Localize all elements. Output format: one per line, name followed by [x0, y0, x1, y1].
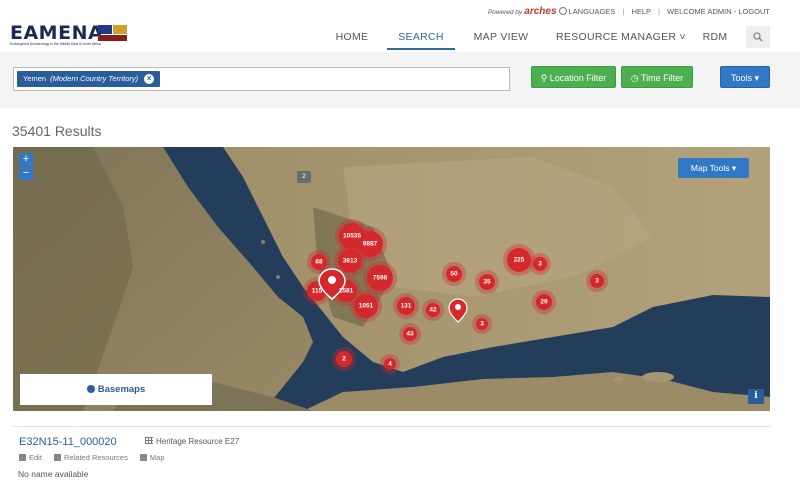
- map-tools-button[interactable]: Map Tools ▾: [678, 158, 749, 178]
- cluster-count: 29: [540, 298, 548, 306]
- search-term-tag[interactable]: Yemen (Modern Country Territory) ×: [17, 71, 161, 87]
- time-filter-label: Time Filter: [641, 73, 684, 83]
- cluster-count: 7598: [372, 274, 388, 282]
- result-title-link[interactable]: E32N15-11_000020: [19, 436, 117, 448]
- tag-qualifier: (Modern Country Territory): [50, 74, 139, 83]
- powered-by-label: Powered by: [487, 9, 523, 16]
- time-filter-button[interactable]: ◷ Time Filter: [621, 66, 693, 88]
- cluster-count: 68: [315, 258, 323, 266]
- cluster-count: 1581: [338, 287, 354, 295]
- location-pin-icon: ⚲: [540, 73, 550, 83]
- results-map[interactable]: 2 10535 9887 3613 68 7598 115 1581 1051 131 42 43 5…: [13, 147, 770, 411]
- tools-button[interactable]: Tools ▾: [720, 66, 770, 88]
- edit-label: Edit: [29, 453, 42, 462]
- search-filter-row: Yemen (Modern Country Territory) × ⚲ Locat…: [0, 52, 800, 108]
- top-utility-bar: Powered by arches LANGUAGES | HELP | WEL…: [487, 6, 770, 17]
- cluster-count: 115: [311, 287, 323, 295]
- languages-link[interactable]: LANGUAGES: [569, 7, 616, 16]
- zoom-out-button[interactable]: −: [19, 167, 33, 180]
- help-link[interactable]: HELP: [631, 7, 650, 16]
- resource-type: Heritage Resource E27: [145, 437, 239, 446]
- welcome-user: WELCOME ADMIN: [667, 7, 732, 16]
- globe-icon: [558, 7, 567, 15]
- nav-search[interactable]: SEARCH: [387, 26, 455, 50]
- cluster-count: 3: [480, 320, 484, 328]
- cluster-count: 10535: [342, 232, 362, 240]
- cluster-marker-gray[interactable]: 2: [297, 171, 311, 183]
- map-label: Map: [149, 453, 165, 462]
- cluster-count: 3: [538, 260, 542, 268]
- zoom-in-button[interactable]: +: [19, 153, 33, 166]
- logo-tagline: Endangered Archaeology in the Middle Eas…: [10, 42, 101, 46]
- basemaps-button[interactable]: Basemaps: [20, 374, 212, 405]
- clock-icon: ◷: [630, 73, 642, 83]
- location-filter-button[interactable]: ⚲ Location Filter: [531, 66, 616, 88]
- header: EAMENA Endangered Archaeology in the Mid…: [0, 0, 800, 52]
- cluster-count: 9887: [362, 240, 378, 248]
- cluster-count: 3: [595, 277, 599, 285]
- cluster-count: 42: [429, 306, 437, 314]
- logo-text: EAMENA: [10, 22, 104, 44]
- zoom-controls: + −: [19, 153, 33, 181]
- cluster-count: 131: [400, 302, 412, 310]
- related-resources-action[interactable]: Related Resources: [54, 453, 128, 462]
- tag-label: Yemen: [23, 74, 47, 83]
- nav-home[interactable]: HOME: [334, 26, 370, 50]
- result-subtitle: No name available: [18, 469, 89, 479]
- logout-link[interactable]: LOGOUT: [738, 7, 770, 16]
- related-label: Related Resources: [64, 453, 128, 462]
- eamena-logo[interactable]: EAMENA Endangered Archaeology in the Mid…: [10, 22, 132, 48]
- resource-type-label: Heritage Resource E27: [156, 437, 240, 446]
- hierarchy-icon: [54, 454, 62, 461]
- cluster-count: 35: [483, 278, 491, 286]
- pencil-icon: [19, 454, 26, 461]
- nav-resource-manager[interactable]: RESOURCE MANAGER ˅: [556, 26, 686, 50]
- result-item: E32N15-11_000020 Heritage Resource E27 E…: [13, 426, 770, 496]
- location-filter-label: Location Filter: [549, 73, 607, 83]
- map-pin-icon: [139, 454, 147, 461]
- cluster-count: 1051: [358, 302, 374, 310]
- cluster-count: 3613: [342, 257, 358, 265]
- map-info-button[interactable]: i: [748, 389, 764, 404]
- edit-action[interactable]: Edit: [19, 453, 42, 462]
- nav-map-view[interactable]: MAP VIEW: [470, 26, 532, 50]
- search-input[interactable]: Yemen (Modern Country Territory) ×: [13, 67, 510, 91]
- search-icon: [753, 32, 763, 42]
- grid-icon: [145, 437, 153, 444]
- arches-brand[interactable]: arches: [524, 6, 556, 17]
- partner-logos: [98, 25, 132, 43]
- search-icon-button[interactable]: [746, 26, 770, 48]
- globe-icon: [86, 385, 95, 393]
- results-count: 35401 Results: [12, 123, 102, 139]
- satellite-basemap: [13, 147, 770, 411]
- map-action[interactable]: Map: [139, 453, 165, 462]
- cluster-count: 225: [513, 256, 525, 264]
- cluster-count: 43: [406, 330, 414, 338]
- basemaps-label: Basemaps: [97, 384, 146, 395]
- remove-tag-icon[interactable]: ×: [144, 74, 155, 84]
- cluster-count: 2: [342, 355, 346, 363]
- result-actions: Edit Related Resources Map: [19, 453, 175, 462]
- cluster-count: 50: [450, 270, 458, 278]
- cluster-count: 4: [388, 360, 392, 368]
- nav-rdm[interactable]: RDM: [700, 26, 730, 50]
